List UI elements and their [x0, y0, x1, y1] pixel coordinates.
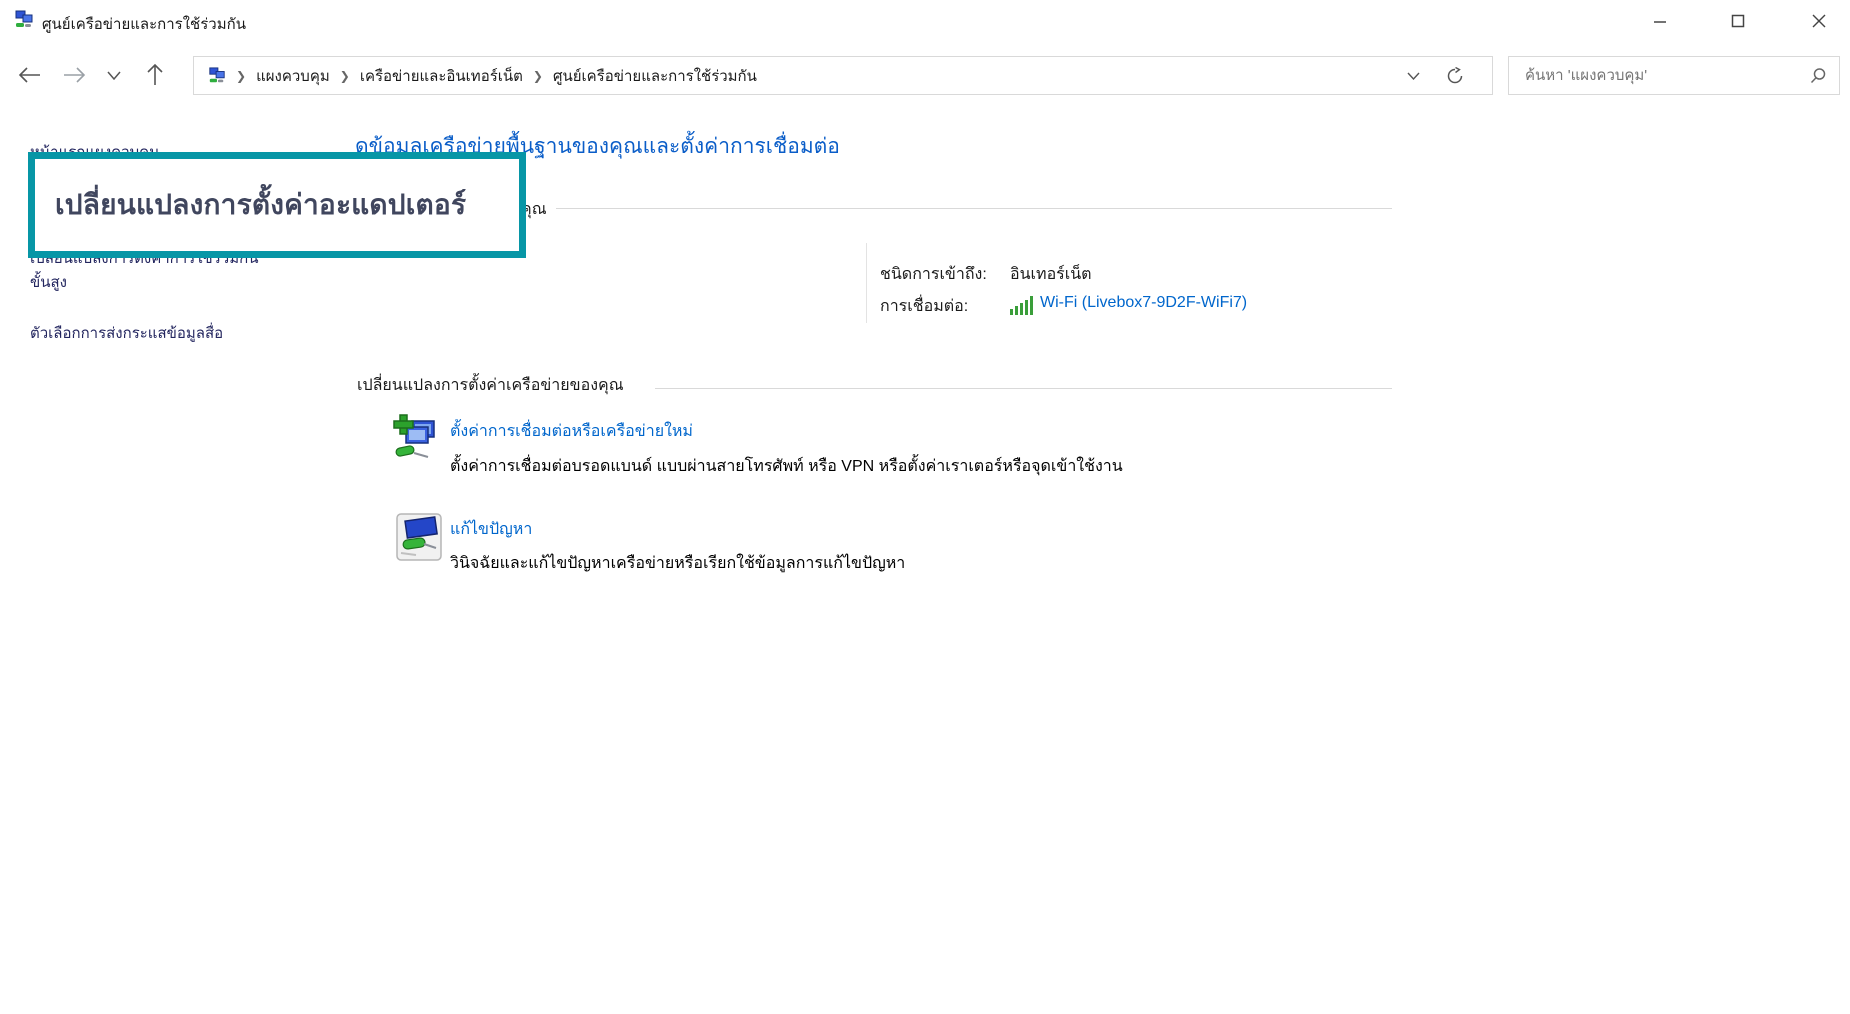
maximize-button[interactable] [1708, 0, 1768, 42]
access-type-value: อินเทอร์เน็ต [1010, 262, 1092, 287]
wifi-signal-bars-icon [1010, 296, 1033, 315]
address-dropdown-button[interactable] [1407, 72, 1420, 80]
breadcrumb-separator: ❯ [532, 69, 544, 83]
access-type-label: ชนิดการเข้าถึง: [880, 262, 987, 287]
section-divider [556, 208, 1392, 209]
breadcrumb-separator: ❯ [235, 69, 247, 83]
networking-settings-section-title: เปลี่ยนแปลงการตั้งค่าเครือข่ายของคุณ [357, 373, 624, 398]
close-button[interactable] [1788, 0, 1850, 42]
active-network-separator [866, 243, 867, 323]
up-button[interactable] [138, 58, 172, 92]
troubleshoot-problems-description: วินิจฉัยและแก้ไขปัญหาเครือข่ายหรือเรียกใ… [450, 551, 905, 576]
new-connection-icon [390, 413, 442, 465]
troubleshoot-problems-link[interactable]: แก้ไขปัญหา [450, 517, 532, 542]
chevron-down-icon [1407, 72, 1420, 80]
breadcrumb-network-sharing-center[interactable]: ศูนย์เครือข่ายและการใช้ร่วมกัน [553, 64, 757, 88]
forward-arrow-icon [62, 66, 86, 84]
back-button[interactable] [13, 58, 47, 92]
breadcrumb-network-internet[interactable]: เครือข่ายและอินเทอร์เน็ต [360, 64, 523, 88]
sidebar-item-change-adapter-settings[interactable]: เปลี่ยนแปลงการตั้งค่าอะแดปเตอร์ [55, 183, 466, 227]
up-arrow-icon [146, 63, 164, 87]
window-title: ศูนย์เครือข่ายและการใช้ร่วมกัน [42, 12, 246, 36]
setup-new-connection-description: ตั้งค่าการเชื่อมต่อบรอดแบนด์ แบบผ่านสายโ… [450, 454, 1123, 479]
section-divider [655, 388, 1392, 389]
maximize-icon [1731, 14, 1745, 28]
search-icon[interactable] [1809, 67, 1827, 85]
minimize-button[interactable] [1630, 0, 1690, 42]
close-icon [1812, 14, 1826, 28]
sidebar-item-media-streaming-options[interactable]: ตัวเลือกการส่งกระแสข้อมูลสื่อ [30, 321, 223, 345]
troubleshoot-icon [396, 513, 442, 561]
breadcrumb-separator: ❯ [339, 69, 351, 83]
breadcrumb-app-icon [208, 67, 226, 85]
app-icon [14, 10, 34, 30]
connections-label: การเชื่อมต่อ: [880, 294, 968, 319]
recent-pages-button[interactable] [100, 58, 128, 92]
refresh-button[interactable] [1446, 67, 1464, 85]
address-bar[interactable]: ❯ แผงควบคุม ❯ เครือข่ายและอินเทอร์เน็ต ❯… [193, 56, 1493, 95]
chevron-down-icon [107, 71, 121, 80]
forward-button[interactable] [57, 58, 91, 92]
wifi-connection-link[interactable]: Wi-Fi (Livebox7-9D2F-WiFi7) [1040, 294, 1247, 312]
setup-new-connection-link[interactable]: ตั้งค่าการเชื่อมต่อหรือเครือข่ายใหม่ [450, 419, 693, 444]
search-box[interactable] [1508, 56, 1840, 95]
change-adapter-settings-highlight[interactable]: เปลี่ยนแปลงการตั้งค่าอะแดปเตอร์ [28, 152, 526, 258]
minimize-icon [1653, 14, 1667, 28]
search-input[interactable] [1523, 66, 1809, 85]
back-arrow-icon [18, 66, 42, 84]
breadcrumb-control-panel[interactable]: แผงควบคุม [256, 64, 330, 88]
refresh-icon [1446, 67, 1464, 85]
